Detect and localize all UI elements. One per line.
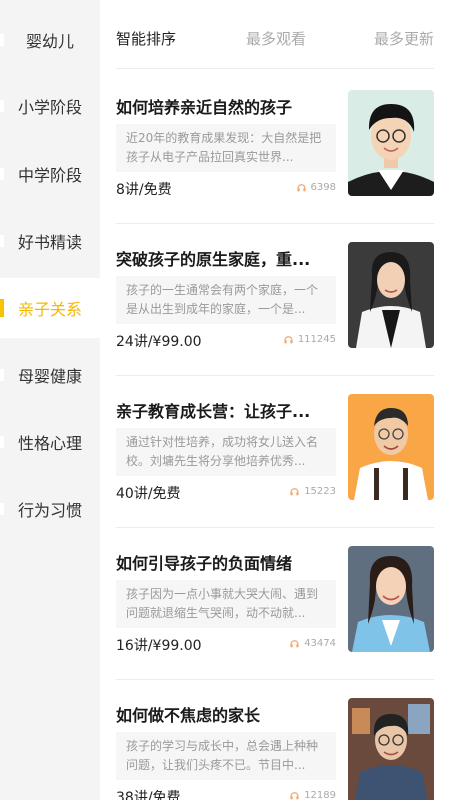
sidebar-item-label: 亲子关系 [17, 300, 82, 319]
tab-most-viewed[interactable]: 最多观看 [246, 28, 306, 49]
category-sidebar: 婴幼儿 小学阶段 中学阶段 好书精读 亲子关系 母婴健康 性格心理 行为习惯 [0, 0, 100, 800]
play-count-value: 15223 [304, 486, 336, 497]
headphones-icon [290, 792, 299, 800]
course-price: 16讲/¥99.00 [116, 638, 202, 654]
course-card[interactable]: 如何做不焦虑的家长 孩子的学习与成长中，总会遇上种种问题，让我们头疼不已。节目中… [100, 680, 450, 800]
headphones-icon [290, 488, 299, 496]
play-count: 43474 [290, 638, 336, 649]
sidebar-tick [0, 436, 4, 448]
course-price: 24讲/¥99.00 [116, 334, 202, 350]
play-count-value: 111245 [297, 334, 336, 345]
teacher-portrait-icon [348, 698, 434, 800]
course-title: 如何培养亲近自然的孩子 [116, 98, 293, 117]
teacher-portrait-icon [348, 242, 434, 348]
course-card[interactable]: 如何培养亲近自然的孩子 近20年的教育成果发现：大自然是把孩子从电子产品拉回真实… [100, 72, 450, 224]
divider [116, 68, 434, 69]
sort-bar: 智能排序 最多观看 最多更新 [100, 0, 450, 72]
headphones-icon [296, 184, 306, 192]
sidebar-item-label: 母婴健康 [17, 367, 82, 386]
course-title: 亲子教育成长营：让孩子... [116, 402, 311, 421]
sidebar-tick [0, 503, 4, 515]
sidebar-item-label: 婴幼儿 [25, 32, 74, 51]
active-indicator [0, 299, 4, 317]
tab-most-updated[interactable]: 最多更新 [374, 28, 434, 49]
sidebar-item-label: 中学阶段 [17, 166, 82, 185]
sidebar-item-label: 性格心理 [17, 434, 82, 453]
course-price: 40讲/免费 [116, 486, 181, 502]
tab-smart-sort[interactable]: 智能排序 [116, 28, 176, 49]
sidebar-item-good-books[interactable]: 好书精读 [0, 211, 100, 271]
sidebar-tick [0, 34, 4, 46]
play-count: 12189 [290, 790, 336, 800]
course-description: 孩子因为一点小事就大哭大闹、遇到问题就退缩生气哭闹，动不动就... [116, 580, 336, 628]
course-description: 孩子的一生通常会有两个家庭，一个是从出生到成年的家庭，一个是... [116, 276, 336, 324]
play-count: 15223 [290, 486, 336, 497]
sidebar-item-primary-school[interactable]: 小学阶段 [0, 76, 100, 136]
sidebar-item-habits[interactable]: 行为习惯 [0, 479, 100, 539]
course-title: 如何做不焦虑的家长 [116, 706, 261, 725]
course-title: 如何引导孩子的负面情绪 [116, 554, 293, 573]
play-count-value: 12189 [304, 790, 336, 800]
sidebar-item-middle-school[interactable]: 中学阶段 [0, 144, 100, 204]
course-list: 如何培养亲近自然的孩子 近20年的教育成果发现：大自然是把孩子从电子产品拉回真实… [100, 72, 450, 800]
sidebar-item-label: 行为习惯 [17, 501, 82, 520]
sidebar-item-parent-child[interactable]: 亲子关系 [0, 278, 100, 338]
sidebar-item-personality[interactable]: 性格心理 [0, 412, 100, 472]
course-card[interactable]: 亲子教育成长营：让孩子... 通过针对性培养，成功将女儿送入名校。刘墉先生将分享… [100, 376, 450, 528]
course-description: 孩子的学习与成长中，总会遇上种种问题，让我们头疼不已。节目中... [116, 732, 336, 780]
play-count: 6398 [296, 182, 336, 193]
sidebar-item-maternal-health[interactable]: 母婴健康 [0, 345, 100, 405]
teacher-portrait-icon [348, 90, 434, 196]
course-card[interactable]: 如何引导孩子的负面情绪 孩子因为一点小事就大哭大闹、遇到问题就退缩生气哭闹，动不… [100, 528, 450, 680]
course-price: 8讲/免费 [116, 182, 172, 198]
sidebar-tick [0, 168, 4, 180]
sidebar-tick [0, 235, 4, 247]
course-description: 通过针对性培养，成功将女儿送入名校。刘墉先生将分享他培养优秀... [116, 428, 336, 476]
sidebar-item-label: 好书精读 [17, 233, 82, 252]
play-count-value: 43474 [304, 638, 336, 649]
play-count-value: 6398 [310, 182, 336, 193]
sidebar-item-infant[interactable]: 婴幼儿 [0, 10, 100, 70]
course-description: 近20年的教育成果发现：大自然是把孩子从电子产品拉回真实世界... [116, 124, 336, 172]
play-count: 111245 [284, 334, 336, 345]
sidebar-tick [0, 100, 4, 112]
headphones-icon [290, 640, 299, 648]
sidebar-item-label: 小学阶段 [17, 98, 82, 117]
sidebar-tick [0, 369, 4, 381]
course-title: 突破孩子的原生家庭，重... [116, 250, 311, 269]
teacher-portrait-icon [348, 546, 434, 652]
headphones-icon [284, 336, 293, 344]
course-price: 38讲/免费 [116, 790, 181, 800]
teacher-portrait-icon [348, 394, 434, 500]
course-card[interactable]: 突破孩子的原生家庭，重... 孩子的一生通常会有两个家庭，一个是从出生到成年的家… [100, 224, 450, 376]
